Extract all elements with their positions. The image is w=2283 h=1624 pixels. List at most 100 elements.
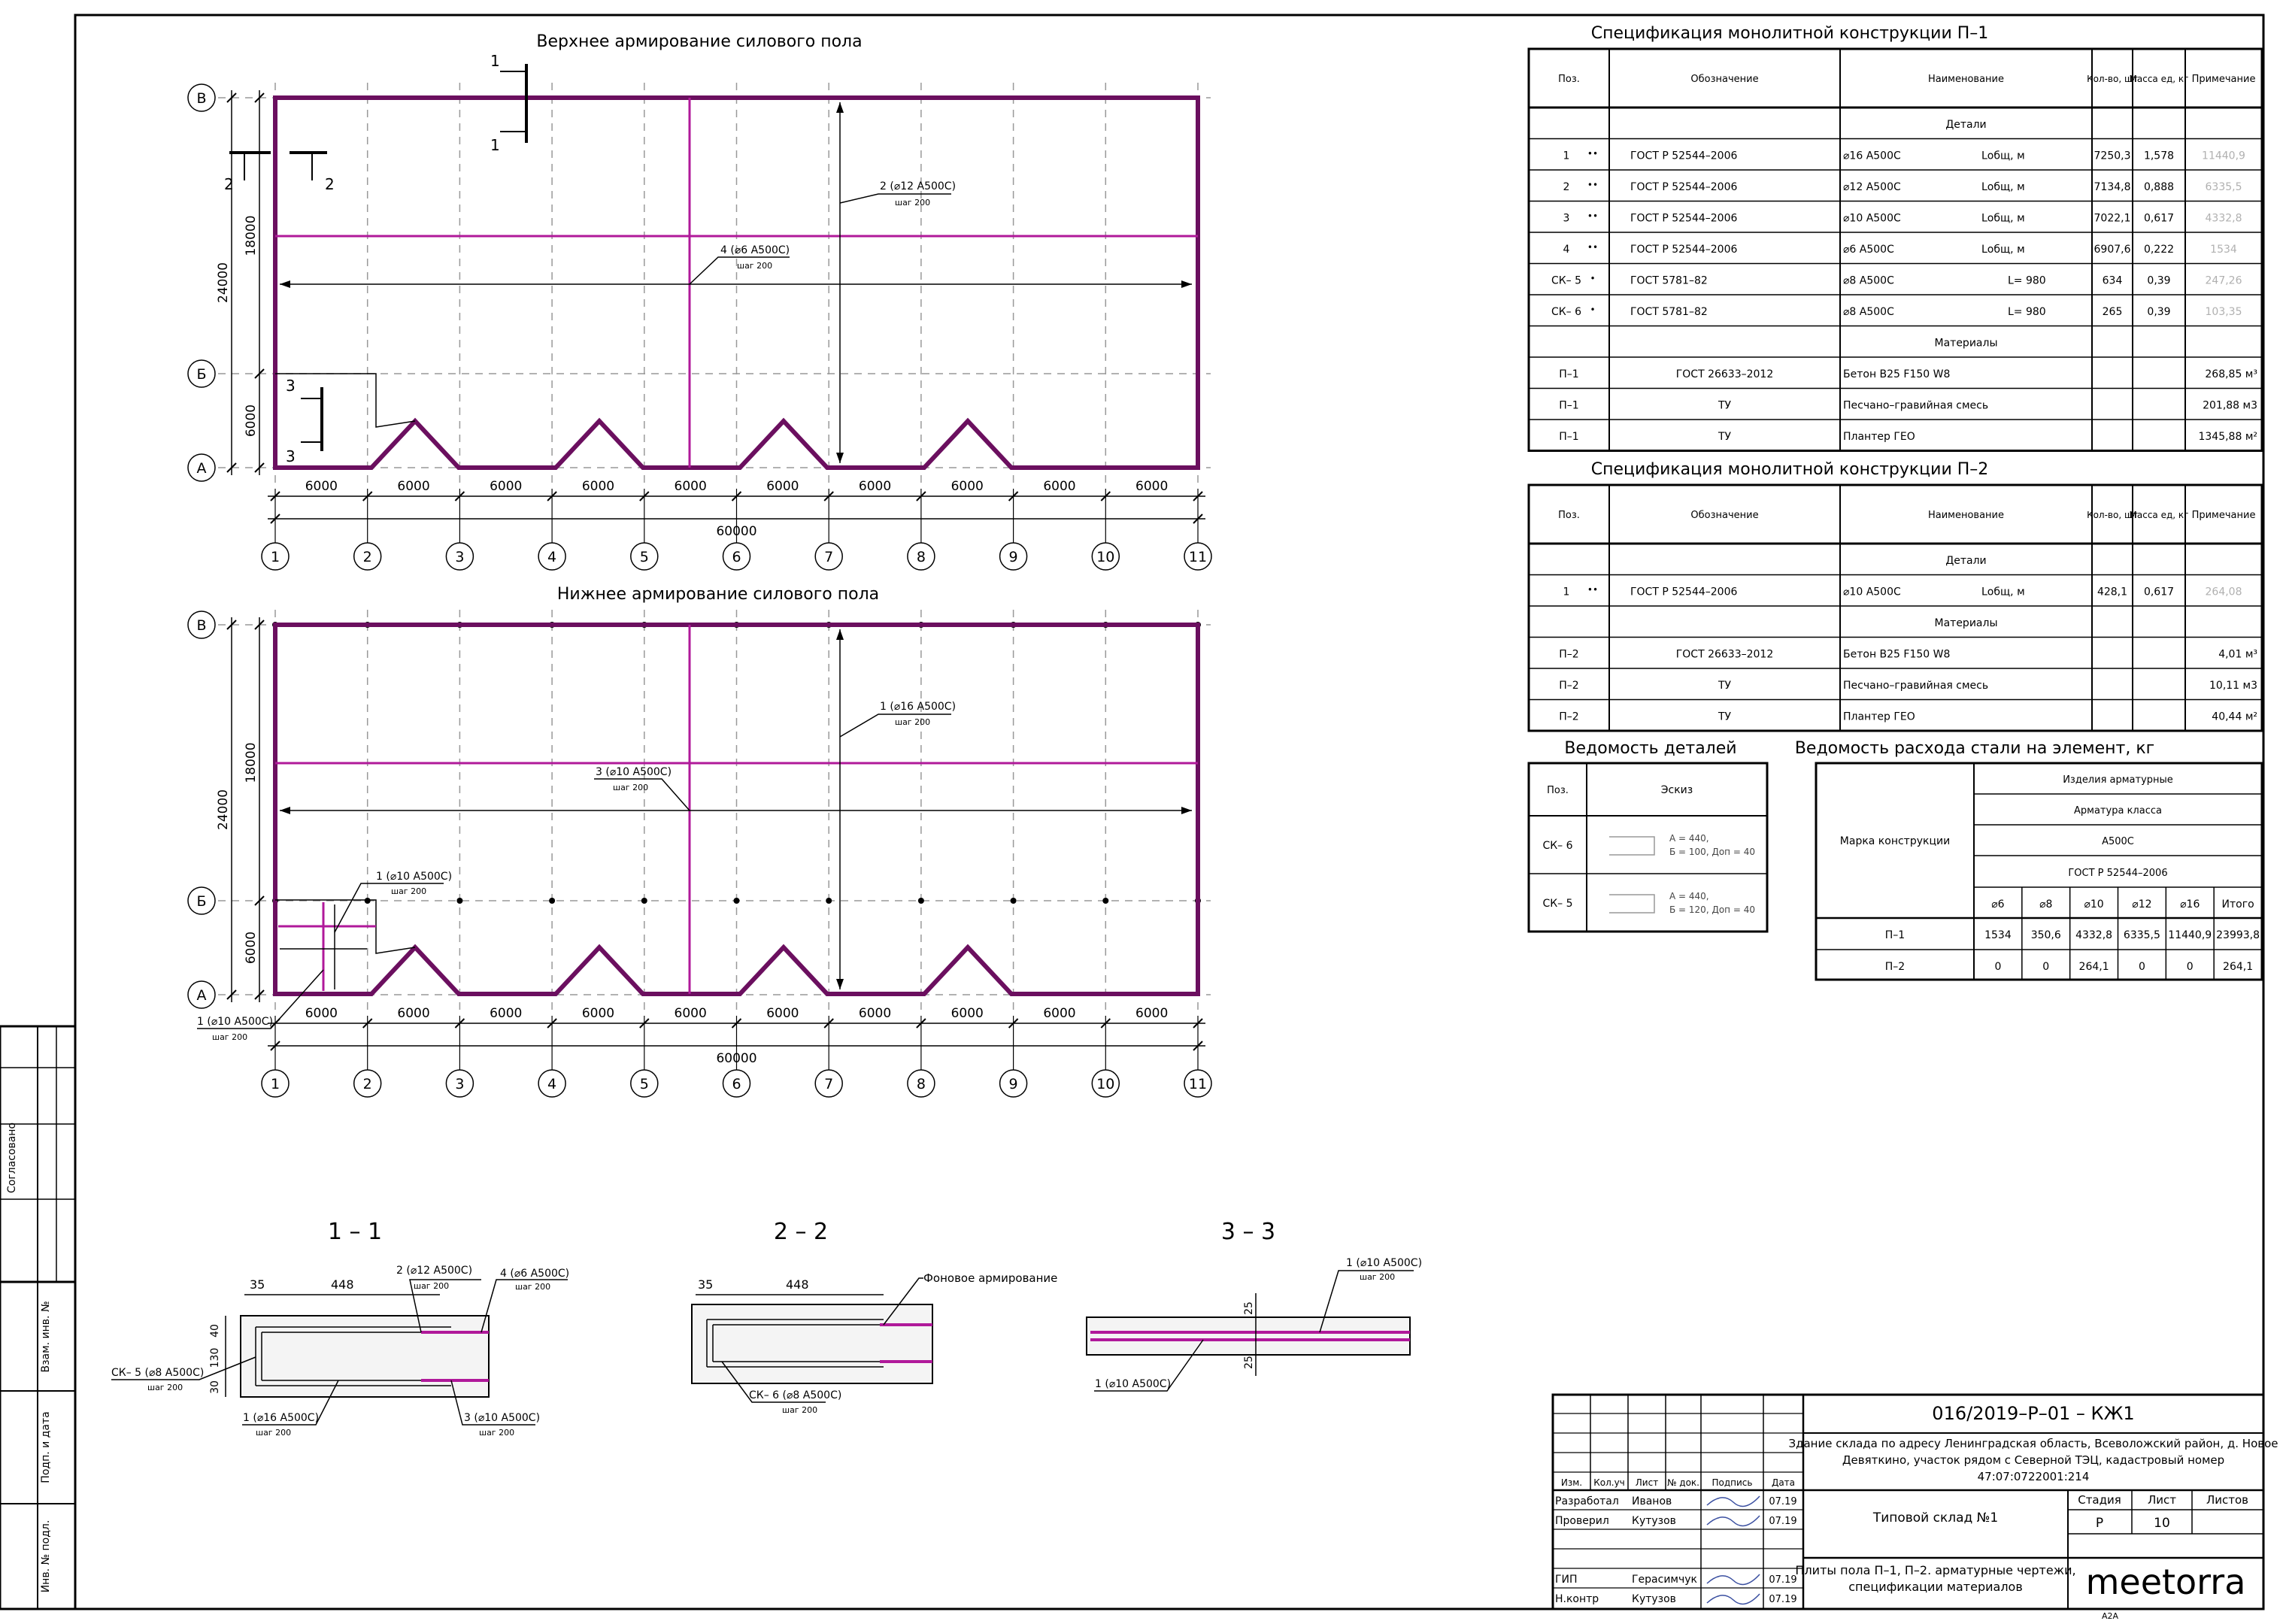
section-2-2-l2: СК– 6 (⌀8 А500С) [749, 1389, 841, 1401]
cell-value: 0 [2042, 961, 2049, 973]
section-1-1-concrete [240, 1315, 490, 1398]
table-row: П–2 ТУ Плантер ГЕО 40,44 м² [1559, 711, 2257, 723]
dim-v-top-label: 18000 [244, 742, 259, 783]
cell-extra: Lобщ, м [1981, 244, 2025, 256]
cell-mass: 0,888 [2144, 181, 2174, 193]
cell-pos: П–1 [1559, 431, 1578, 443]
section-3-3-l2: 1 (⌀10 А500С) [1095, 1378, 1171, 1390]
cell-mass: 0,39 [2147, 275, 2170, 287]
table-header: Примечание [2192, 74, 2256, 85]
dim-span-label: 6000 [490, 1006, 522, 1021]
title-header: Дата [1772, 1477, 1795, 1488]
section-3-3: 3 – 3 25 25 1 (⌀10 А500С) шаг 200 1 (⌀10… [1086, 1219, 1422, 1392]
cell-mark: •• [1587, 242, 1598, 253]
title-name: Кутузов [1632, 1593, 1676, 1605]
cut-2-label-left: 2 [224, 175, 234, 193]
cut-3-label-bottom: 3 [286, 447, 296, 465]
cell-doc: ТУ [1718, 680, 1732, 692]
cell-name: Плантер ГЕО [1843, 711, 1915, 723]
dim-span-label: 6000 [397, 479, 429, 494]
table-header: ⌀6 [1991, 898, 2004, 910]
side-stamp-inv-vzam: Взам. инв. № [40, 1301, 52, 1372]
drawing-sheet: Верхнее армирование силового пола 1 2 3 4 5 6… [0, 14, 2278, 1621]
title-object-l3: 47:07:0722001:214 [1978, 1470, 2090, 1483]
dim-span-label: 6000 [1135, 479, 1168, 494]
dim-v-total-label: 24000 [216, 262, 231, 303]
grid-row-label: А [197, 460, 207, 477]
grid-col-label: 4 [547, 549, 556, 565]
spec-1: Спецификация монолитной конструкции П–1 П… [1527, 24, 2263, 452]
table-group: Материалы [1935, 338, 1998, 350]
dim-total-label: 60000 [716, 1051, 756, 1066]
table-header: Изделия арматурные [2063, 774, 2173, 786]
grid-col-label: 6 [732, 1076, 741, 1092]
stirrup-sketch [1609, 836, 1655, 856]
grid-col-label: 1 [271, 1076, 280, 1092]
cell-mark: П–2 [1885, 961, 1905, 973]
table-header: Эскиз [1661, 784, 1693, 796]
dim-span-label: 6000 [305, 1006, 338, 1021]
section-3-3-l1: 1 (⌀10 А500С) [1346, 1257, 1422, 1269]
table-header: Наименование [1928, 74, 2004, 85]
cell-pos: П–1 [1559, 368, 1578, 380]
dim-v-bottom-label: 6000 [244, 932, 259, 964]
title-h-sheet: Лист [2148, 1493, 2176, 1507]
table-header: ⌀12 [2132, 898, 2151, 910]
table-row: П–2 ТУ Песчано–гравийная смесь 10,11 м3 [1559, 680, 2257, 692]
cell-value: 6335,5 [2124, 929, 2160, 941]
table-row: П–1 ТУ Песчано–гравийная смесь 201,88 м3 [1559, 400, 2257, 412]
side-stamp-sign-date: Подп. и дата [40, 1411, 52, 1483]
cell-pos: П–2 [1559, 711, 1578, 723]
cell-value: 11440,9 [2168, 929, 2212, 941]
plan-top-title: Верхнее армирование силового пола [536, 32, 862, 51]
section-2-2-title: 2 – 2 [774, 1219, 828, 1245]
cell-value: 23993,8 [2216, 929, 2260, 941]
cell-doc: ГОСТ 26633–2012 [1676, 368, 1774, 380]
table-header: Арматура класса [2074, 805, 2162, 817]
table-header: Поз. [1558, 510, 1580, 521]
table-group: Детали [1945, 555, 1986, 567]
section-2-2-dim-35: 35 [698, 1277, 713, 1292]
side-stamp: Согласовано Взам. инв. № Подп. и дата Ин… [0, 1025, 77, 1610]
table-header: А500С [2102, 836, 2134, 847]
cell-note: 40,44 м² [2212, 711, 2257, 723]
grid-col-label: 8 [917, 1076, 926, 1092]
table-header: ГОСТ Р 52544–2006 [2068, 868, 2167, 879]
dim-span-label: 6000 [490, 479, 522, 494]
cell-mark: • [1590, 274, 1595, 284]
grid-col-label: 11 [1189, 1076, 1207, 1092]
section-3-3-dim-25a: 25 [1243, 1301, 1255, 1315]
spec-1-title: Спецификация монолитной конструкции П–1 [1591, 24, 1989, 43]
dim-v-top-label: 18000 [244, 215, 259, 256]
plan-bottom-grid: 1 2 3 4 5 6 7 8 9 10 11 В Б А 6000 6000 6000 6000 6000 6000… [187, 610, 1212, 1098]
cell-note: 1534 [2210, 244, 2237, 256]
cell-note: 11440,9 [2202, 150, 2245, 162]
title-date: 07.19 [1769, 1496, 1796, 1507]
table-row: 1 •• ГОСТ Р 52544–2006 ⌀16 А500С Lобщ, м 7250… [1563, 149, 2245, 162]
plan-bottom-callout-a: 1 (⌀16 А500С) [880, 701, 956, 713]
cell-pos: 1 [1563, 150, 1570, 162]
section-2-2: 2 – 2 35 448 Фоновое армирование СК– 6 (… [691, 1219, 1057, 1415]
cell-name: ⌀8 А500С [1843, 306, 1894, 318]
cell-pos: П–2 [1559, 649, 1578, 661]
cell-value: 4332,8 [2075, 929, 2112, 941]
dim-span-label: 6000 [1043, 479, 1075, 494]
grid-row-label: А [197, 987, 207, 1004]
cut-3-label-top: 3 [286, 377, 296, 395]
grid-col-label: 8 [917, 549, 926, 565]
section-2-2-concrete [691, 1304, 933, 1384]
cell-sketch-l1: А = 440, [1669, 891, 1709, 901]
plan-bottom-callout-c-step: шаг 200 [391, 886, 426, 896]
section-2-2-l2s: шаг 200 [782, 1405, 817, 1415]
table-row: П–1 ГОСТ 26633–2012 Бетон B25 F150 W8 268,8… [1559, 368, 2257, 380]
title-person-row: Проверил Кутузов 07.19 [1555, 1515, 1797, 1527]
cell-name: Песчано–гравийная смесь [1843, 400, 1988, 412]
section-1-1-dim-448: 448 [331, 1277, 354, 1292]
cell-pos: 4 [1563, 244, 1570, 256]
cell-extra: L= 980 [2008, 306, 2046, 318]
title-header: Подпись [1712, 1477, 1753, 1488]
section-1-1-l5s: шаг 200 [479, 1428, 514, 1438]
cell-sketch-l2: Б = 100, Доп = 40 [1669, 847, 1755, 857]
grid-col-label: 9 [1009, 549, 1018, 565]
cell-value: 350,6 [2031, 929, 2061, 941]
